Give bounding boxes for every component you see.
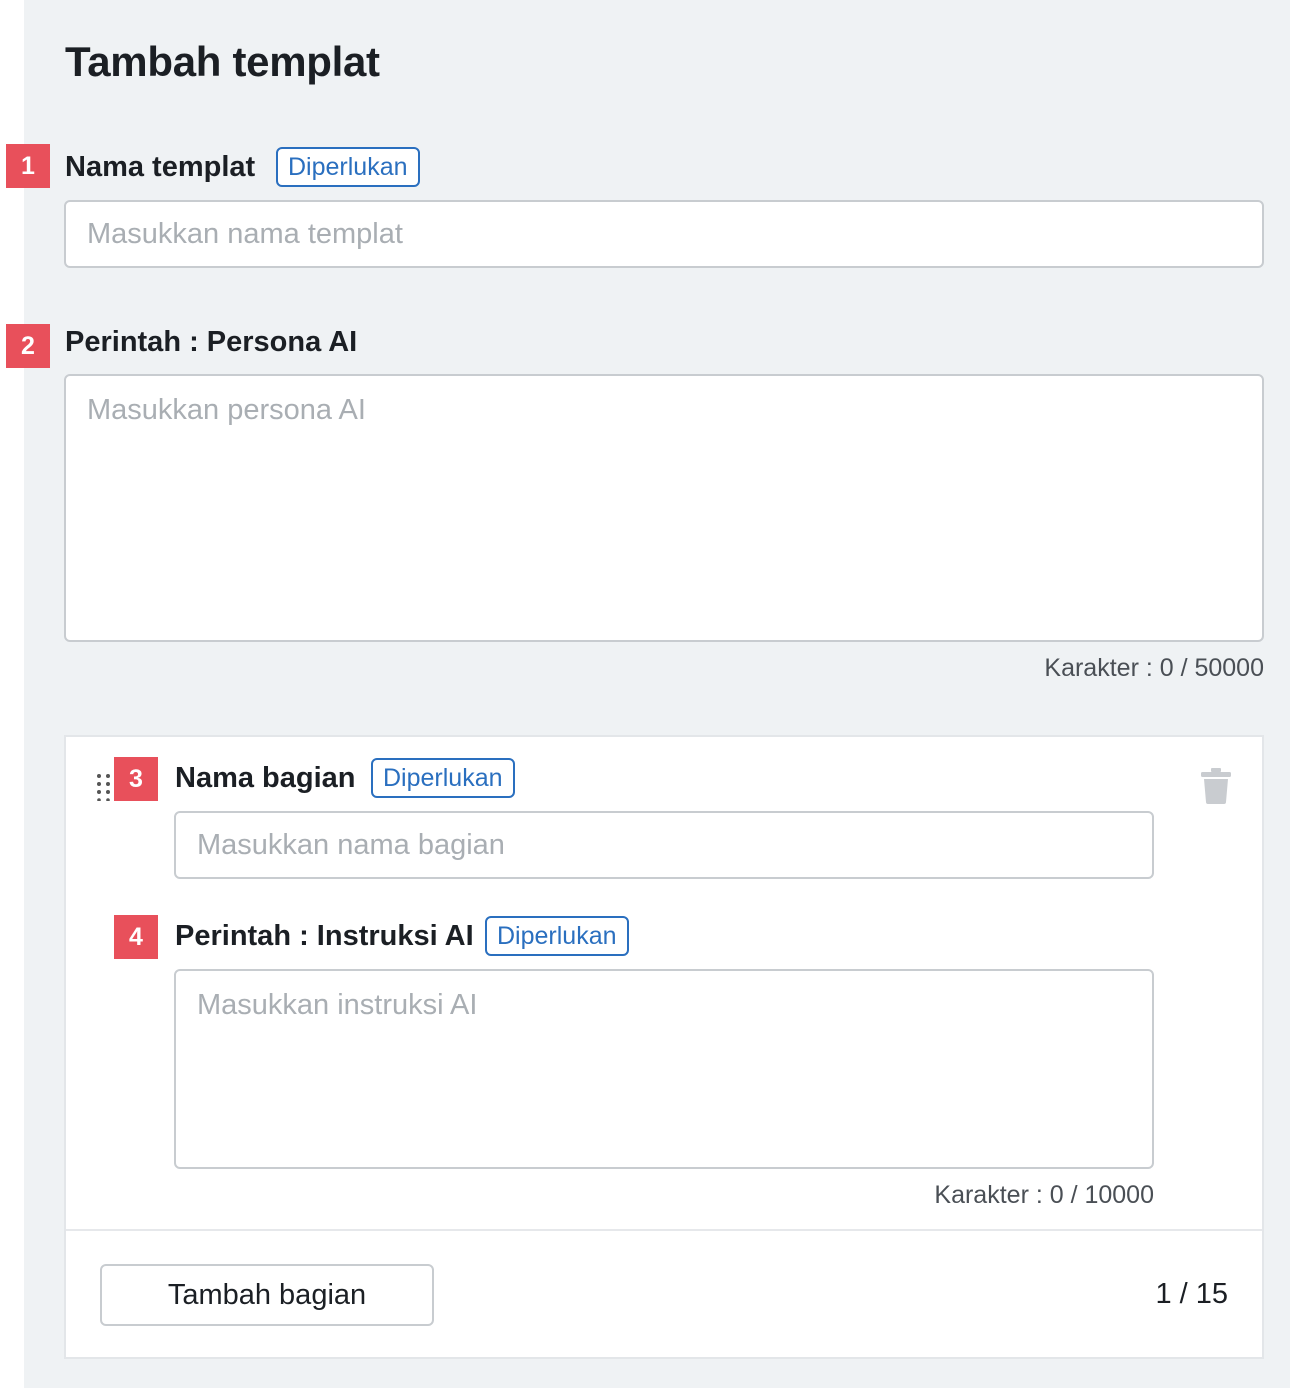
trash-icon[interactable]	[1201, 768, 1231, 804]
step-badge-3: 3	[114, 757, 158, 801]
template-name-input[interactable]	[64, 200, 1264, 268]
required-badge: Diperlukan	[371, 758, 515, 798]
drag-handle-icon[interactable]	[96, 773, 112, 801]
step-badge-4: 4	[114, 915, 158, 959]
section-name-input[interactable]	[174, 811, 1154, 879]
required-badge: Diperlukan	[485, 916, 629, 956]
persona-char-counter: Karakter : 0 / 50000	[1044, 654, 1264, 682]
section-count: 1 / 15	[1155, 1278, 1228, 1310]
instruction-char-counter: Karakter : 0 / 10000	[934, 1181, 1154, 1209]
add-section-button[interactable]: Tambah bagian	[100, 1264, 434, 1326]
persona-label: Perintah : Persona AI	[65, 326, 358, 358]
persona-textarea[interactable]	[64, 374, 1264, 642]
page-title: Tambah templat	[65, 38, 380, 85]
step-badge-2: 2	[6, 324, 50, 368]
section-name-label: Nama bagian	[175, 762, 356, 794]
instruction-textarea[interactable]	[174, 969, 1154, 1169]
step-badge-1: 1	[6, 144, 50, 188]
template-name-label: Nama templat	[65, 151, 256, 183]
section-card: 3 Nama bagian Diperlukan 4 Perintah : In…	[64, 735, 1264, 1359]
divider	[66, 1229, 1262, 1231]
instruction-label: Perintah : Instruksi AI	[175, 920, 474, 952]
required-badge: Diperlukan	[276, 147, 420, 187]
